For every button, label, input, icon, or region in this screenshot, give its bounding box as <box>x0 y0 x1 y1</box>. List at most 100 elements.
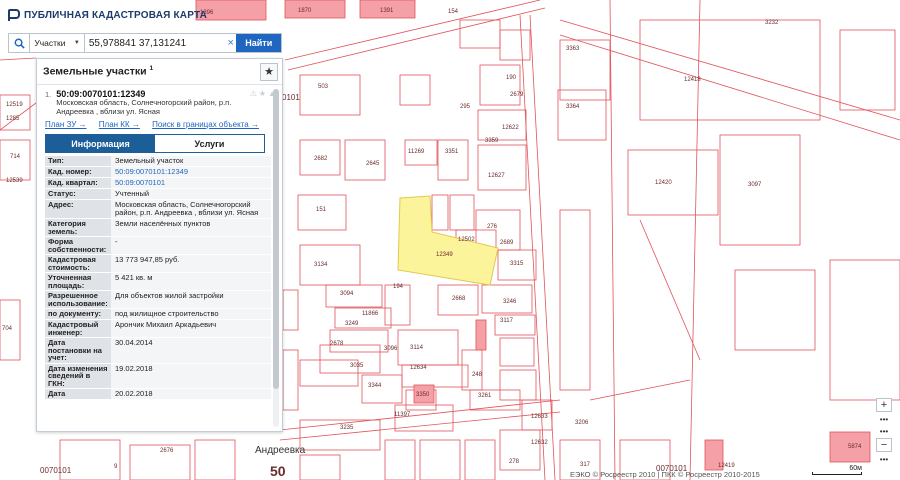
parcel-label: 12634 <box>410 365 427 371</box>
attribute-row: Кадастровый инженер: Арончик Михаил Аркад… <box>45 320 271 338</box>
parcel-label: 12419 <box>718 463 735 469</box>
parcel-index: 1. <box>45 90 52 99</box>
parcel-label: 3117 <box>500 318 514 324</box>
place-label-andreevka: Андреевка <box>255 445 306 456</box>
attribute-row: Дата постановки на учет: 30.04.2014 <box>45 338 271 364</box>
parcel-label: 12418 <box>684 77 701 83</box>
parcel-label: 11269 <box>408 149 425 155</box>
parcel-label: 3246 <box>503 299 517 305</box>
attribute-key: Тип: <box>45 156 111 166</box>
parcel-label: 3249 <box>345 321 359 327</box>
parcel-label: 11397 <box>394 412 411 418</box>
parcel-label: 9 <box>114 464 118 470</box>
panel-title-text: Земельные участки <box>43 65 147 78</box>
panel-title-count: 1 <box>149 65 154 73</box>
parcel-label: 3315 <box>510 261 524 267</box>
plan-kk-link[interactable]: План КК → <box>99 120 140 129</box>
zoom-out-button[interactable]: − <box>876 438 892 452</box>
plan-zu-link[interactable]: План ЗУ → <box>45 120 87 129</box>
attribute-key: Форма собственности: <box>45 237 111 254</box>
parcel-label: 1285 <box>6 116 20 122</box>
parcel-label: 278 <box>509 459 520 465</box>
copyright-text: ЕЭКО © Росреестр 2010 | ПКК © Росреестр … <box>570 470 760 479</box>
parcel-label: 2645 <box>366 161 380 167</box>
tab-information[interactable]: Информация <box>46 135 155 152</box>
parcel-label: 190 <box>506 75 517 81</box>
more-icon-3[interactable]: ••• <box>876 454 892 464</box>
parcel-label: 2682 <box>314 156 328 162</box>
attribute-key: Кадастровая стоимость: <box>45 255 111 272</box>
warning-icon[interactable]: ⚠ <box>250 89 257 98</box>
attribute-row: Дата 20.02.2018 <box>45 389 271 400</box>
search-within-object-link[interactable]: Поиск в границах объекта → <box>152 120 259 129</box>
attribute-key: Категория земель: <box>45 219 111 236</box>
attribute-value: Земли населённых пунктов <box>111 219 271 236</box>
parcel-label: 276 <box>487 224 498 230</box>
panel-scrollbar[interactable] <box>273 89 279 427</box>
attribute-row: Кадастровая стоимость: 13 773 947,85 руб. <box>45 255 271 273</box>
attribute-value: 20.02.2018 <box>111 389 271 399</box>
parcel-label: 248 <box>472 372 483 378</box>
quarter-label-0070101: 0070101 <box>40 466 72 475</box>
parcel-label: 2679 <box>510 92 524 98</box>
parcel-label: 11866 <box>362 311 379 317</box>
parcel-label: 12627 <box>488 173 505 179</box>
tab-services[interactable]: Услуги <box>155 135 264 152</box>
attribute-value: Учтенный <box>111 189 271 199</box>
attribute-key: Адрес: <box>45 200 111 218</box>
star-icon[interactable]: ★ <box>260 62 278 81</box>
find-button[interactable]: Найти <box>236 34 282 52</box>
attribute-table: Тип: Земельный участок Кад. номер: 50:09:00… <box>45 156 271 400</box>
search-type-select[interactable]: Участки ▼ <box>30 34 85 52</box>
parcel-label: 317 <box>580 462 591 468</box>
attribute-value: Московская область, Солнечногорский райо… <box>111 200 271 218</box>
search-icon[interactable] <box>9 34 31 52</box>
parcel-label: 12539 <box>6 178 23 184</box>
parcel-label: 3035 <box>350 363 364 369</box>
parcel-label: 12349 <box>436 252 453 258</box>
attribute-key: Статус: <box>45 189 111 199</box>
parcel-links: План ЗУ → План КК → Поиск в границах объ… <box>45 120 276 129</box>
cadastre-logo-icon[interactable] <box>8 9 20 21</box>
parcel-label: 5874 <box>848 444 862 450</box>
panel-scrollbar-thumb[interactable] <box>273 89 279 389</box>
parcel-label: 3206 <box>575 420 589 426</box>
attribute-key: по документу: <box>45 309 111 319</box>
more-icon-2[interactable]: ••• <box>876 426 892 436</box>
parcel-label: 2676 <box>160 448 174 454</box>
attribute-value: - <box>111 237 271 254</box>
zoom-in-button[interactable]: + <box>876 398 892 412</box>
panel-title: Земельные участки 1 <box>43 65 153 78</box>
attribute-row: Кад. квартал: 50:09:0070101 <box>45 178 271 189</box>
parcel-label: 3096 <box>384 346 398 352</box>
parcel-label: 714 <box>10 154 21 160</box>
attribute-value[interactable]: 50:09:0070101 <box>111 178 271 188</box>
parcel-label: 295 <box>460 104 471 110</box>
parcel-label: 3097 <box>748 182 762 188</box>
attribute-row: Кад. номер: 50:09:0070101:12349 <box>45 167 271 178</box>
attribute-value: под жилищное строительство <box>111 309 271 319</box>
attribute-key: Дата <box>45 389 111 399</box>
parcel-label: 3114 <box>410 345 424 351</box>
chevron-down-icon: ▼ <box>73 40 80 46</box>
attribute-row: по документу: под жилищное строительство <box>45 309 271 320</box>
scale-bar: 60м <box>812 465 862 475</box>
clear-icon[interactable]: × <box>225 34 237 52</box>
star-outline-icon[interactable]: ★ <box>259 89 266 98</box>
parcel-label: 12420 <box>655 180 672 186</box>
attribute-key: Кад. квартал: <box>45 178 111 188</box>
parcel-label: 12519 <box>6 102 23 108</box>
parcel-label: 3232 <box>765 20 779 26</box>
attribute-key: Разрешенное использование: <box>45 291 111 308</box>
attribute-key: Дата изменения сведений в ГКН: <box>45 363 111 388</box>
attribute-row: Форма собственности: - <box>45 237 271 255</box>
attribute-row: Категория земель: Земли населённых пункто… <box>45 219 271 237</box>
parcel-label: 2668 <box>452 296 466 302</box>
attribute-row: Разрешенное использование: Для объектов ж… <box>45 291 271 309</box>
search-input[interactable] <box>84 34 225 52</box>
more-icon[interactable]: ••• <box>876 414 892 424</box>
attribute-value[interactable]: 50:09:0070101:12349 <box>111 167 271 177</box>
attribute-value: 13 773 947,85 руб. <box>111 255 271 272</box>
panel-body[interactable]: 1. 50:09:0070101:12349 Московская област… <box>37 85 282 431</box>
parcel-label: 704 <box>2 326 13 332</box>
